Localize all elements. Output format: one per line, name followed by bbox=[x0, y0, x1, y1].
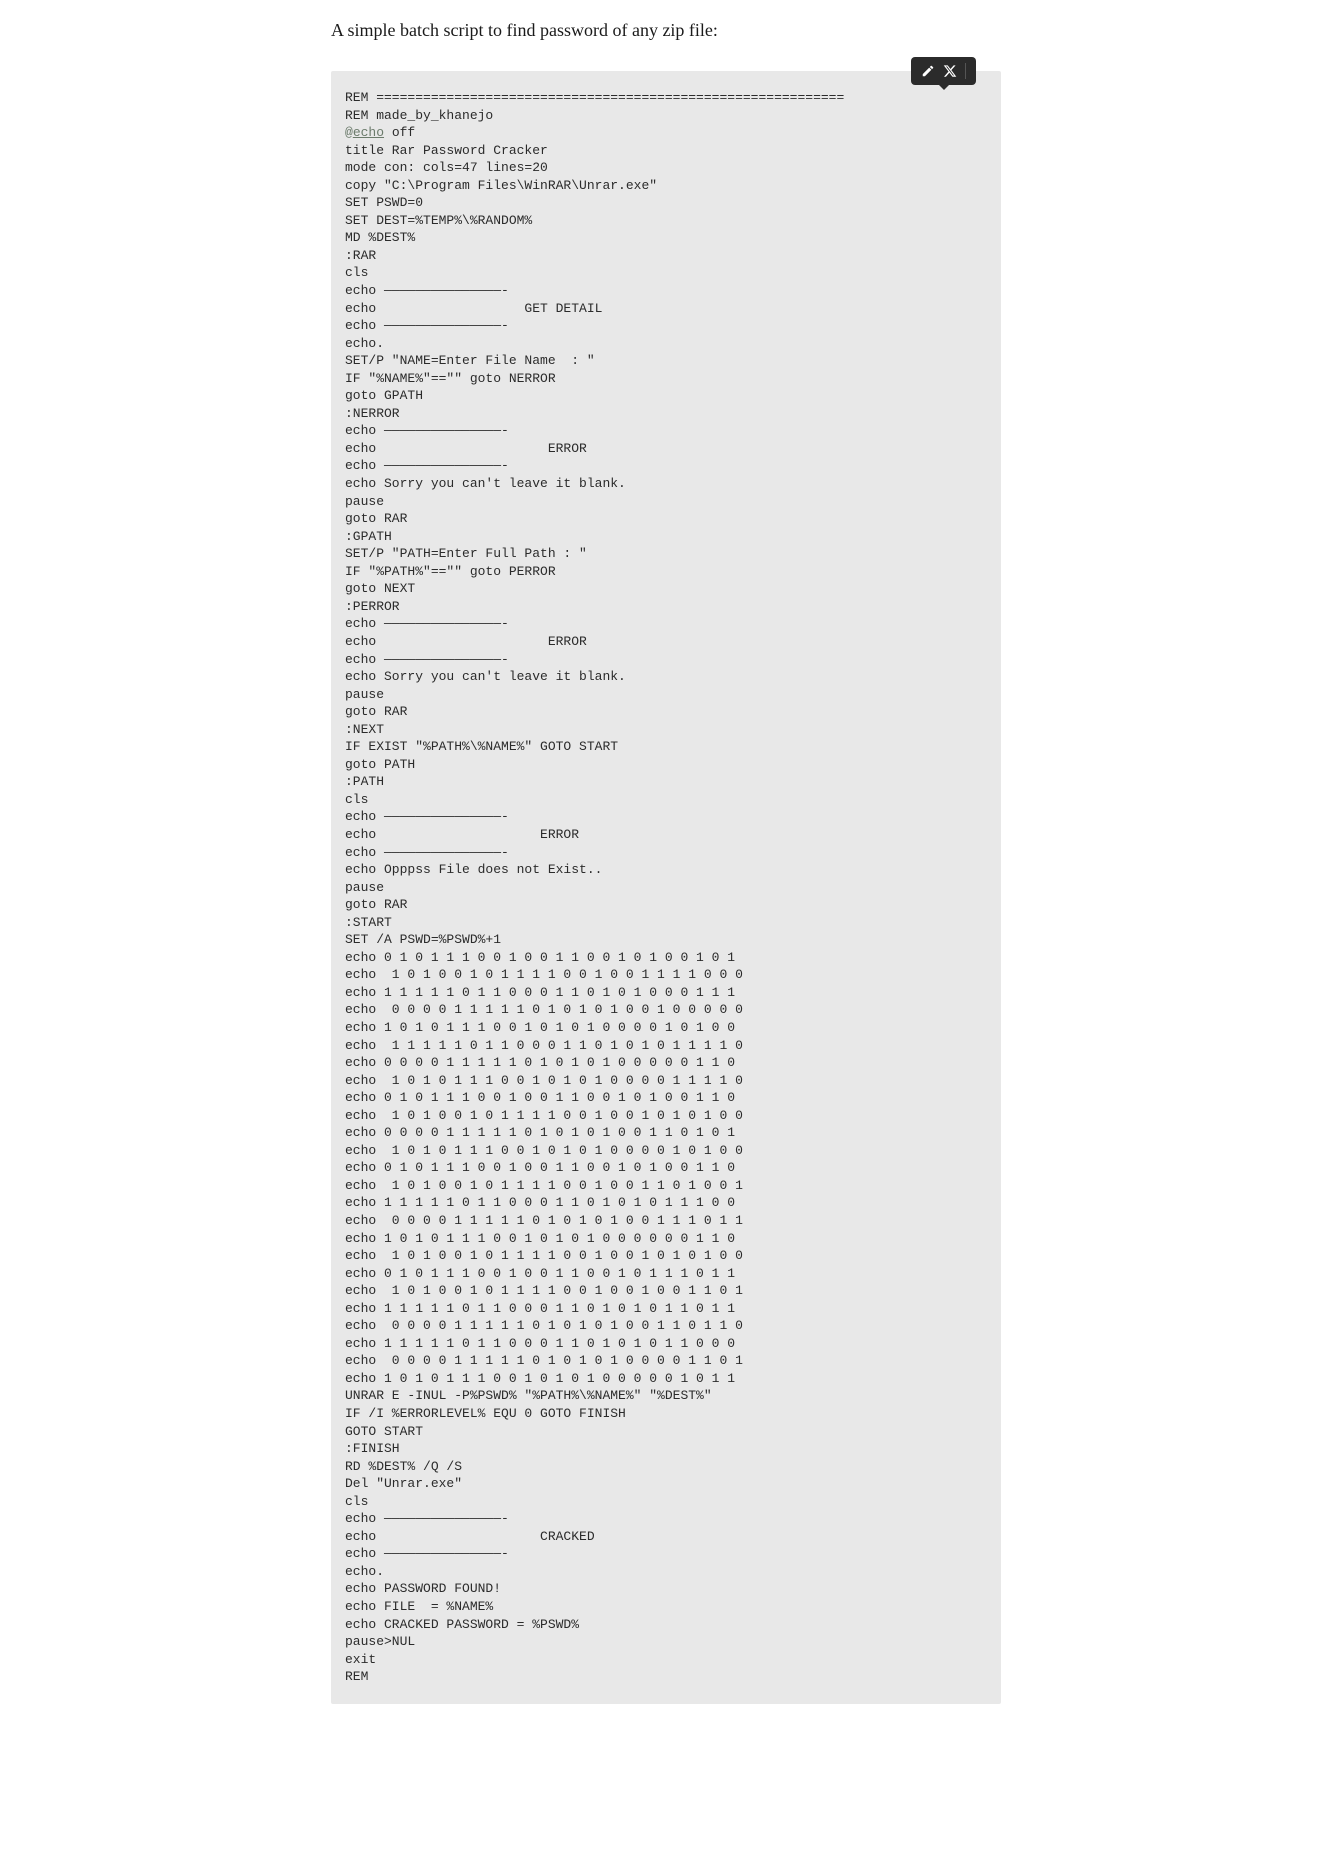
code-block: REM ====================================… bbox=[331, 71, 1001, 1704]
mention-at: @ bbox=[345, 125, 353, 140]
code-part2: off title Rar Password Cracker mode con:… bbox=[345, 125, 743, 1684]
page-heading: A simple batch script to find password o… bbox=[331, 20, 1001, 41]
x-share-icon[interactable] bbox=[943, 64, 957, 78]
mention-link[interactable]: echo bbox=[353, 125, 384, 140]
code-part1: REM ====================================… bbox=[345, 90, 844, 123]
code-wrapper: REM ====================================… bbox=[331, 71, 1001, 1704]
toolbar-divider bbox=[965, 63, 966, 79]
share-toolbar bbox=[911, 57, 976, 85]
highlight-icon[interactable] bbox=[921, 64, 935, 78]
